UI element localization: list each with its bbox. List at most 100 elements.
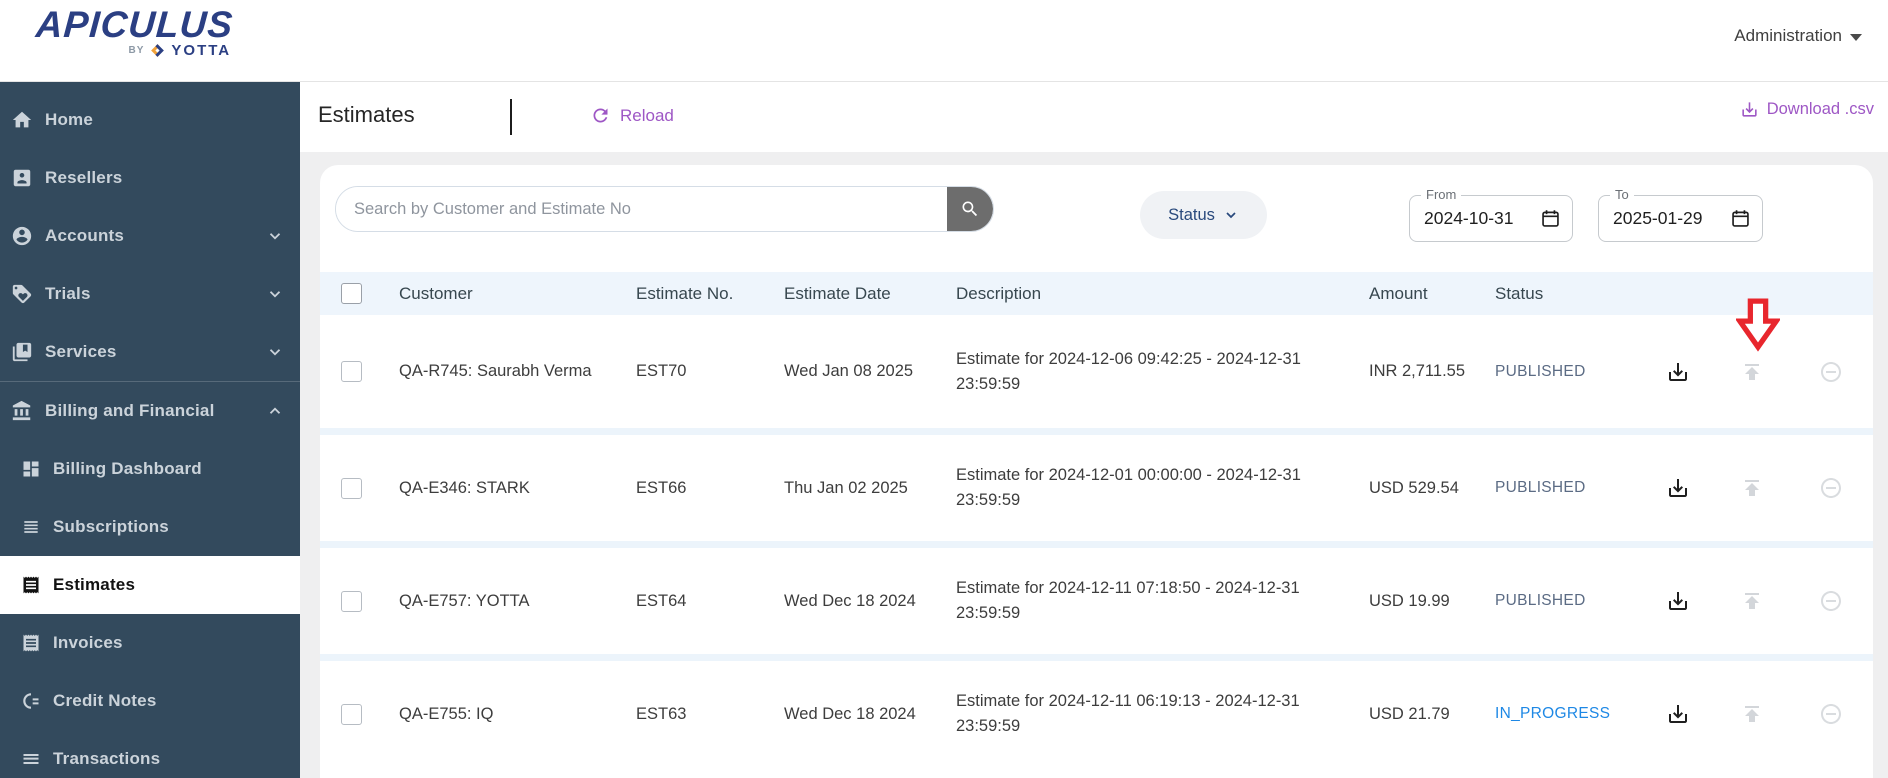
sidebar-item-invoices[interactable]: Invoices [0, 614, 300, 672]
sidebar-item-label: Billing Dashboard [53, 459, 202, 479]
from-date-field[interactable]: From 2024-10-31 [1409, 195, 1573, 242]
reload-button[interactable]: Reload [590, 105, 674, 126]
status-badge: IN_PROGRESS [1495, 705, 1640, 723]
column-header-status: Status [1495, 284, 1640, 304]
status-badge: PUBLISHED [1495, 479, 1640, 497]
trials-tag-icon [11, 283, 33, 305]
cell-customer: QA-E346: STARK [399, 479, 636, 498]
status-filter-dropdown[interactable]: Status [1140, 191, 1267, 239]
to-date-field[interactable]: To 2025-01-29 [1598, 195, 1763, 242]
cell-estimate-date: Wed Dec 18 2024 [784, 592, 956, 611]
column-header-description: Description [956, 284, 1369, 304]
sidebar-item-trials[interactable]: Trials [0, 265, 300, 323]
sidebar-item-resellers[interactable]: Resellers [0, 149, 300, 207]
cell-description: Estimate for 2024-12-11 06:19:13 - 2024-… [956, 689, 1369, 739]
top-bar: APICULUS BY YOTTA Administration [0, 0, 1888, 82]
cell-amount: INR 2,711.55 [1369, 362, 1495, 381]
sidebar-item-billing-and-financial[interactable]: Billing and Financial [0, 382, 300, 440]
caret-down-icon [1850, 34, 1862, 41]
table-header-row: Customer Estimate No. Estimate Date Desc… [320, 272, 1873, 315]
cell-estimate-date: Wed Dec 18 2024 [784, 705, 956, 724]
sidebar-item-services[interactable]: Services [0, 323, 300, 381]
calendar-icon[interactable] [1730, 208, 1751, 229]
table-row: QA-R745: Saurabh Verma EST70 Wed Jan 08 … [320, 315, 1873, 428]
search-button[interactable] [947, 186, 993, 232]
status-badge: PUBLISHED [1495, 363, 1640, 381]
sidebar-item-accounts[interactable]: Accounts [0, 207, 300, 265]
reload-icon [590, 105, 611, 126]
cell-description: Estimate for 2024-12-06 09:42:25 - 2024-… [956, 347, 1369, 397]
sidebar-item-estimates[interactable]: Estimates [0, 556, 300, 614]
cell-description: Estimate for 2024-12-01 00:00:00 - 2024-… [956, 463, 1369, 513]
publish-estimate-icon[interactable] [1740, 702, 1764, 726]
remove-estimate-icon[interactable] [1819, 702, 1843, 726]
administration-label: Administration [1734, 26, 1842, 46]
cell-estimate-date: Thu Jan 02 2025 [784, 479, 956, 498]
download-estimate-icon[interactable] [1666, 476, 1690, 500]
chevron-down-icon [266, 343, 284, 361]
logo-by-text: BY [129, 45, 145, 56]
receipt-icon [21, 575, 41, 595]
account-circle-icon [11, 225, 33, 247]
row-checkbox[interactable] [341, 704, 362, 725]
sidebar-item-credit-notes[interactable]: Credit Notes [0, 672, 300, 730]
download-icon [1740, 100, 1759, 119]
column-header-amount: Amount [1369, 284, 1495, 304]
download-estimate-icon[interactable] [1666, 360, 1690, 384]
cell-estimate-no: EST63 [636, 705, 784, 724]
row-checkbox[interactable] [341, 478, 362, 499]
sidebar-item-home[interactable]: Home [0, 91, 300, 149]
sidebar-item-label: Estimates [53, 575, 135, 595]
cell-estimate-no: EST66 [636, 479, 784, 498]
publish-estimate-icon[interactable] [1740, 476, 1764, 500]
resellers-badge-icon [11, 167, 33, 189]
red-down-arrow-annotation [1736, 298, 1780, 352]
calendar-icon[interactable] [1540, 208, 1561, 229]
publish-estimate-icon[interactable] [1740, 589, 1764, 613]
page-title: Estimates [318, 102, 415, 128]
estimates-card: Status From 2024-10-31 To 2025-01-29 Cus… [320, 165, 1873, 778]
sidebar-item-subscriptions[interactable]: Subscriptions [0, 498, 300, 556]
sidebar-item-transactions[interactable]: Transactions [0, 730, 300, 778]
sidebar-item-label: Home [45, 110, 93, 130]
table-row: QA-E757: YOTTA EST64 Wed Dec 18 2024 Est… [320, 541, 1873, 654]
sidebar-item-label: Billing and Financial [45, 401, 215, 421]
remove-estimate-icon[interactable] [1819, 589, 1843, 613]
from-date-value: 2024-10-31 [1424, 208, 1514, 229]
cell-estimate-no: EST64 [636, 592, 784, 611]
sidebar-item-label: Invoices [53, 633, 123, 653]
sidebar-item-label: Accounts [45, 226, 124, 246]
administration-menu[interactable]: Administration [1734, 26, 1862, 46]
cell-customer: QA-E757: YOTTA [399, 592, 636, 611]
row-checkbox[interactable] [341, 361, 362, 382]
table-row: QA-E755: IQ EST63 Wed Dec 18 2024 Estima… [320, 654, 1873, 767]
services-collections-icon [11, 341, 33, 363]
publish-estimate-icon[interactable] [1740, 360, 1764, 384]
column-header-estimate-no: Estimate No. [636, 284, 784, 304]
sidebar-nav: Home Resellers Accounts Trials Services … [0, 82, 300, 778]
main-content: Estimates Reload Download .csv Status Fr… [300, 82, 1888, 778]
remove-estimate-icon[interactable] [1819, 476, 1843, 500]
page-toolbar: Estimates Reload Download .csv [300, 82, 1888, 152]
chevron-up-icon [266, 402, 284, 420]
download-estimate-icon[interactable] [1666, 589, 1690, 613]
search-input[interactable] [336, 187, 947, 231]
status-badge: PUBLISHED [1495, 592, 1640, 610]
sidebar-item-label: Subscriptions [53, 517, 169, 537]
list-lines-icon [21, 517, 41, 537]
download-csv-button[interactable]: Download .csv [1740, 100, 1874, 119]
from-date-label: From [1421, 187, 1461, 202]
logo-wordmark: APICULUS [35, 6, 235, 44]
sidebar-item-billing-dashboard[interactable]: Billing Dashboard [0, 440, 300, 498]
home-icon [11, 109, 33, 131]
chevron-down-icon [266, 285, 284, 303]
download-estimate-icon[interactable] [1666, 702, 1690, 726]
chevron-down-icon [1223, 207, 1239, 223]
remove-estimate-icon[interactable] [1819, 360, 1843, 384]
select-all-checkbox[interactable] [341, 283, 362, 304]
dashboard-icon [21, 459, 41, 479]
search-icon [960, 199, 980, 219]
download-csv-label: Download .csv [1767, 100, 1874, 119]
row-checkbox[interactable] [341, 591, 362, 612]
table-row: QA-E346: STARK EST66 Thu Jan 02 2025 Est… [320, 428, 1873, 541]
